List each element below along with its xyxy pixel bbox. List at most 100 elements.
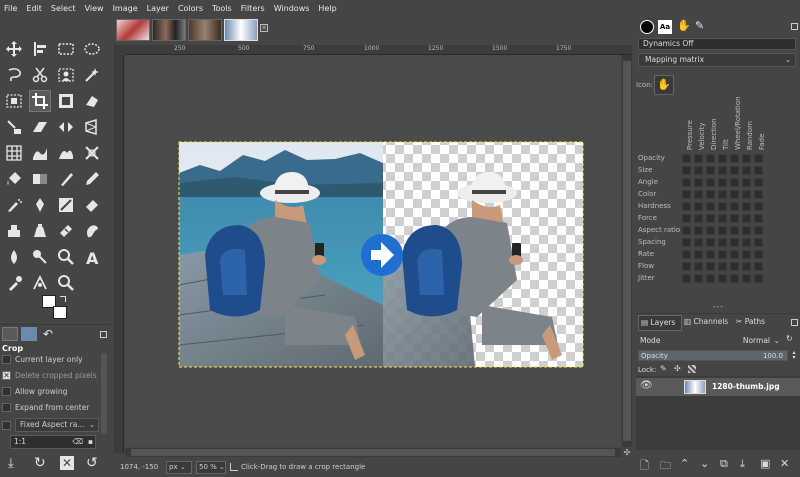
menu-image[interactable]: Image [113, 4, 138, 13]
matrix-cell[interactable] [694, 250, 703, 259]
cage-transform-icon[interactable] [3, 142, 25, 164]
unit-select[interactable]: px ⌄ [166, 460, 192, 474]
new-layer-group-icon[interactable]: 🗀 [660, 457, 671, 476]
fixed-aspect-dropdown[interactable]: Fixed Aspect ra... ⌄ [15, 418, 99, 432]
matrix-cell[interactable] [682, 190, 691, 199]
matrix-cell[interactable] [730, 190, 739, 199]
matrix-cell[interactable] [742, 178, 751, 187]
ratio-input[interactable]: 1:1 ⌫ ▪ [10, 435, 96, 449]
warp-transform-icon[interactable] [81, 90, 103, 112]
matrix-cell[interactable] [682, 226, 691, 235]
horizontal-scroll-thumb[interactable] [131, 449, 615, 456]
save-tool-preset-icon[interactable]: ⤓ [8, 456, 14, 471]
matrix-cell[interactable] [694, 190, 703, 199]
matrix-cell[interactable] [742, 250, 751, 259]
current-layer-only-option[interactable]: Current layer only [2, 355, 83, 364]
matrix-cell[interactable] [754, 202, 763, 211]
foreground-select-icon[interactable] [55, 64, 77, 86]
matrix-cell[interactable] [742, 154, 751, 163]
matrix-cell[interactable] [706, 154, 715, 163]
opacity-slider[interactable]: Opacity 100.0 [638, 350, 788, 361]
menu-windows[interactable]: Windows [274, 4, 310, 13]
image-tab-1[interactable] [116, 19, 150, 41]
matrix-cell[interactable] [706, 214, 715, 223]
background-color-swatch[interactable] [53, 306, 67, 319]
matrix-cell[interactable] [694, 262, 703, 271]
clear-ratio-icon[interactable]: ⌫ [72, 436, 83, 448]
menu-edit[interactable]: Edit [26, 4, 42, 13]
expand-from-center-option[interactable]: Expand from center [2, 403, 89, 412]
expand-from-center-checkbox[interactable] [2, 403, 11, 412]
vertical-scroll-thumb[interactable] [623, 61, 631, 441]
font-tab-icon[interactable]: Aa [658, 20, 672, 34]
matrix-cell[interactable] [718, 178, 727, 187]
image-tab-3[interactable] [188, 19, 222, 41]
current-layer-only-checkbox[interactable] [2, 355, 11, 364]
smudge-tool-icon[interactable] [81, 220, 103, 242]
matrix-cell[interactable] [718, 262, 727, 271]
matrix-cell[interactable] [706, 166, 715, 175]
eraser-icon[interactable] [81, 194, 103, 216]
matrix-cell[interactable] [730, 238, 739, 247]
clone-tool-icon[interactable] [3, 220, 25, 242]
menu-file[interactable]: File [4, 4, 17, 13]
matrix-cell[interactable] [754, 274, 763, 283]
dynamics-tab-icon[interactable]: ✋ [677, 19, 691, 33]
shear-tool-icon[interactable] [29, 116, 51, 138]
dynamics-icon-button[interactable]: ✋ [654, 75, 674, 95]
dynamics-name-field[interactable]: Dynamics Off [638, 38, 796, 50]
dock-separator[interactable]: ••• [640, 305, 796, 311]
dodge-burn-icon[interactable] [29, 246, 51, 268]
lock-pixels-icon[interactable]: ✎ [660, 364, 667, 373]
tool-options-scrollbar[interactable] [101, 354, 107, 434]
matrix-cell[interactable] [718, 190, 727, 199]
delete-cropped-pixels-checkbox[interactable]: ✕ [2, 371, 11, 380]
matrix-cell[interactable] [754, 154, 763, 163]
matrix-cell[interactable] [718, 154, 727, 163]
matrix-cell[interactable] [682, 214, 691, 223]
matrix-cell[interactable] [694, 214, 703, 223]
blur-tool-icon[interactable] [3, 246, 25, 268]
matrix-cell[interactable] [730, 166, 739, 175]
delete-tool-preset-icon[interactable]: ✕ [60, 456, 74, 470]
tab-paths[interactable]: ✂ Paths [736, 315, 776, 331]
allow-growing-checkbox[interactable] [2, 387, 11, 396]
paintbrush-icon[interactable] [55, 168, 77, 190]
layer-name[interactable]: 1280-thumb.jpg [712, 382, 780, 391]
matrix-cell[interactable] [742, 274, 751, 283]
airbrush-icon[interactable] [3, 194, 25, 216]
free-select-icon[interactable] [3, 64, 25, 86]
matrix-cell[interactable] [706, 250, 715, 259]
matrix-cell[interactable] [730, 202, 739, 211]
matrix-cell[interactable] [718, 202, 727, 211]
allow-growing-option[interactable]: Allow growing [2, 387, 67, 396]
matrix-cell[interactable] [694, 154, 703, 163]
matrix-cell[interactable] [754, 166, 763, 175]
matrix-cell[interactable] [742, 166, 751, 175]
bucket-fill-icon[interactable] [3, 168, 25, 190]
matrix-cell[interactable] [694, 166, 703, 175]
matrix-cell[interactable] [742, 190, 751, 199]
healing-tool-icon[interactable] [55, 220, 77, 242]
menu-view[interactable]: View [85, 4, 104, 13]
close-tab-icon[interactable]: ✕ [260, 24, 268, 32]
matrix-cell[interactable] [730, 178, 739, 187]
matrix-cell[interactable] [694, 274, 703, 283]
lock-position-icon[interactable]: ✣ [674, 364, 681, 373]
menu-tools[interactable]: Tools [212, 4, 232, 13]
image-tab-2[interactable] [152, 19, 186, 41]
matrix-cell[interactable] [694, 238, 703, 247]
opacity-stepper[interactable]: ▴ ▾ [790, 350, 798, 361]
restore-tool-preset-icon[interactable]: ↻ [34, 455, 46, 471]
matrix-cell[interactable] [682, 178, 691, 187]
horizontal-scrollbar[interactable] [125, 448, 621, 457]
matrix-cell[interactable] [718, 166, 727, 175]
unified-transform-icon[interactable] [55, 90, 77, 112]
image-canvas[interactable] [125, 55, 621, 447]
align-tool-icon[interactable] [29, 38, 51, 60]
duplicate-layer-icon[interactable]: ⧉ [720, 457, 728, 471]
matrix-cell[interactable] [754, 226, 763, 235]
new-layer-icon[interactable]: 🗋 [640, 457, 649, 476]
perspective-tool-icon[interactable] [81, 116, 103, 138]
matrix-cell[interactable] [718, 226, 727, 235]
